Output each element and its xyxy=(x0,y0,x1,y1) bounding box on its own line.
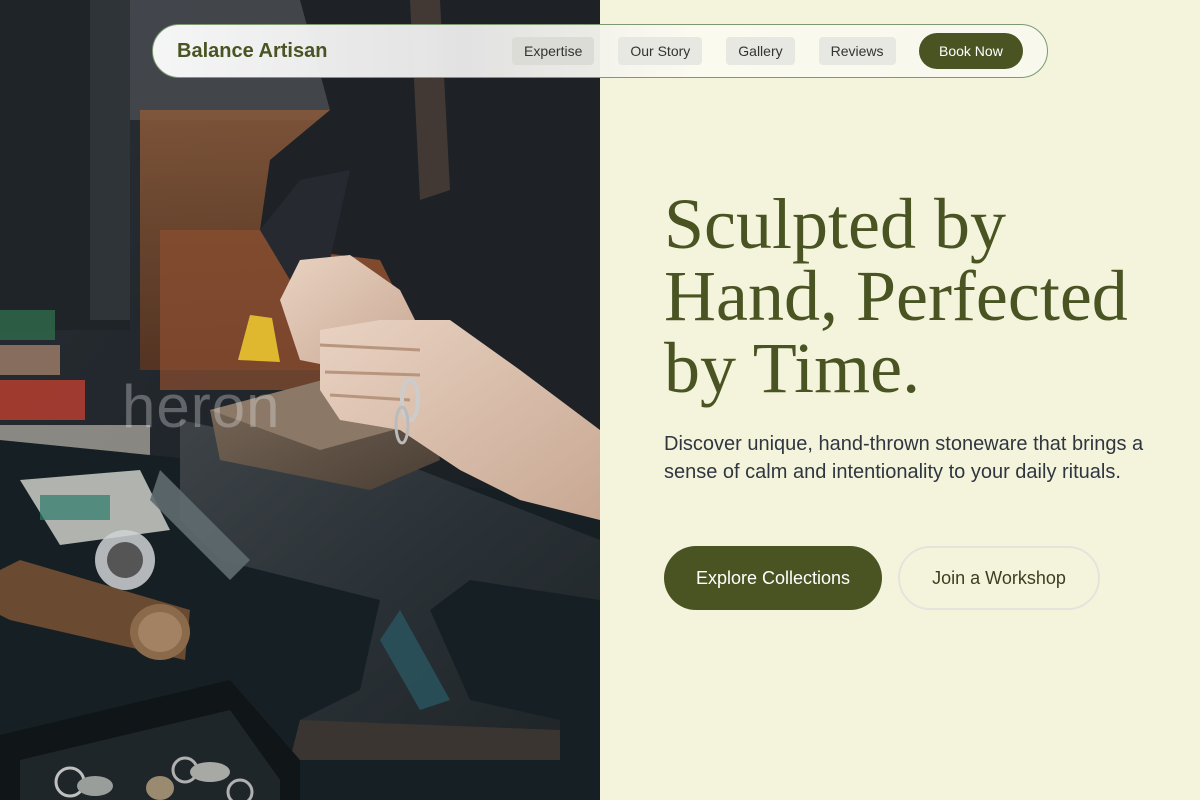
hero-content: Sculpted by Hand, Perfected by Time. Dis… xyxy=(600,0,1200,800)
join-workshop-button[interactable]: Join a Workshop xyxy=(898,546,1100,610)
top-navbar: Balance Artisan Expertise Our Story Gall… xyxy=(152,24,1048,78)
nav-link-reviews[interactable]: Reviews xyxy=(818,37,896,65)
nav-link-our-story[interactable]: Our Story xyxy=(618,37,703,65)
brand-logo[interactable]: Balance Artisan xyxy=(177,40,327,63)
nav-links: Expertise Our Story Gallery Reviews xyxy=(512,37,896,65)
hero-headline: Sculpted by Hand, Perfected by Time. xyxy=(664,184,1128,408)
nav-link-expertise[interactable]: Expertise xyxy=(512,37,595,65)
hero-subheadline: Discover unique, hand-thrown stoneware t… xyxy=(664,433,1144,483)
book-now-button[interactable]: Book Now xyxy=(919,33,1023,69)
hero-photo: heron xyxy=(0,0,600,800)
nav-link-gallery[interactable]: Gallery xyxy=(726,37,795,65)
explore-collections-button[interactable]: Explore Collections xyxy=(664,546,882,610)
